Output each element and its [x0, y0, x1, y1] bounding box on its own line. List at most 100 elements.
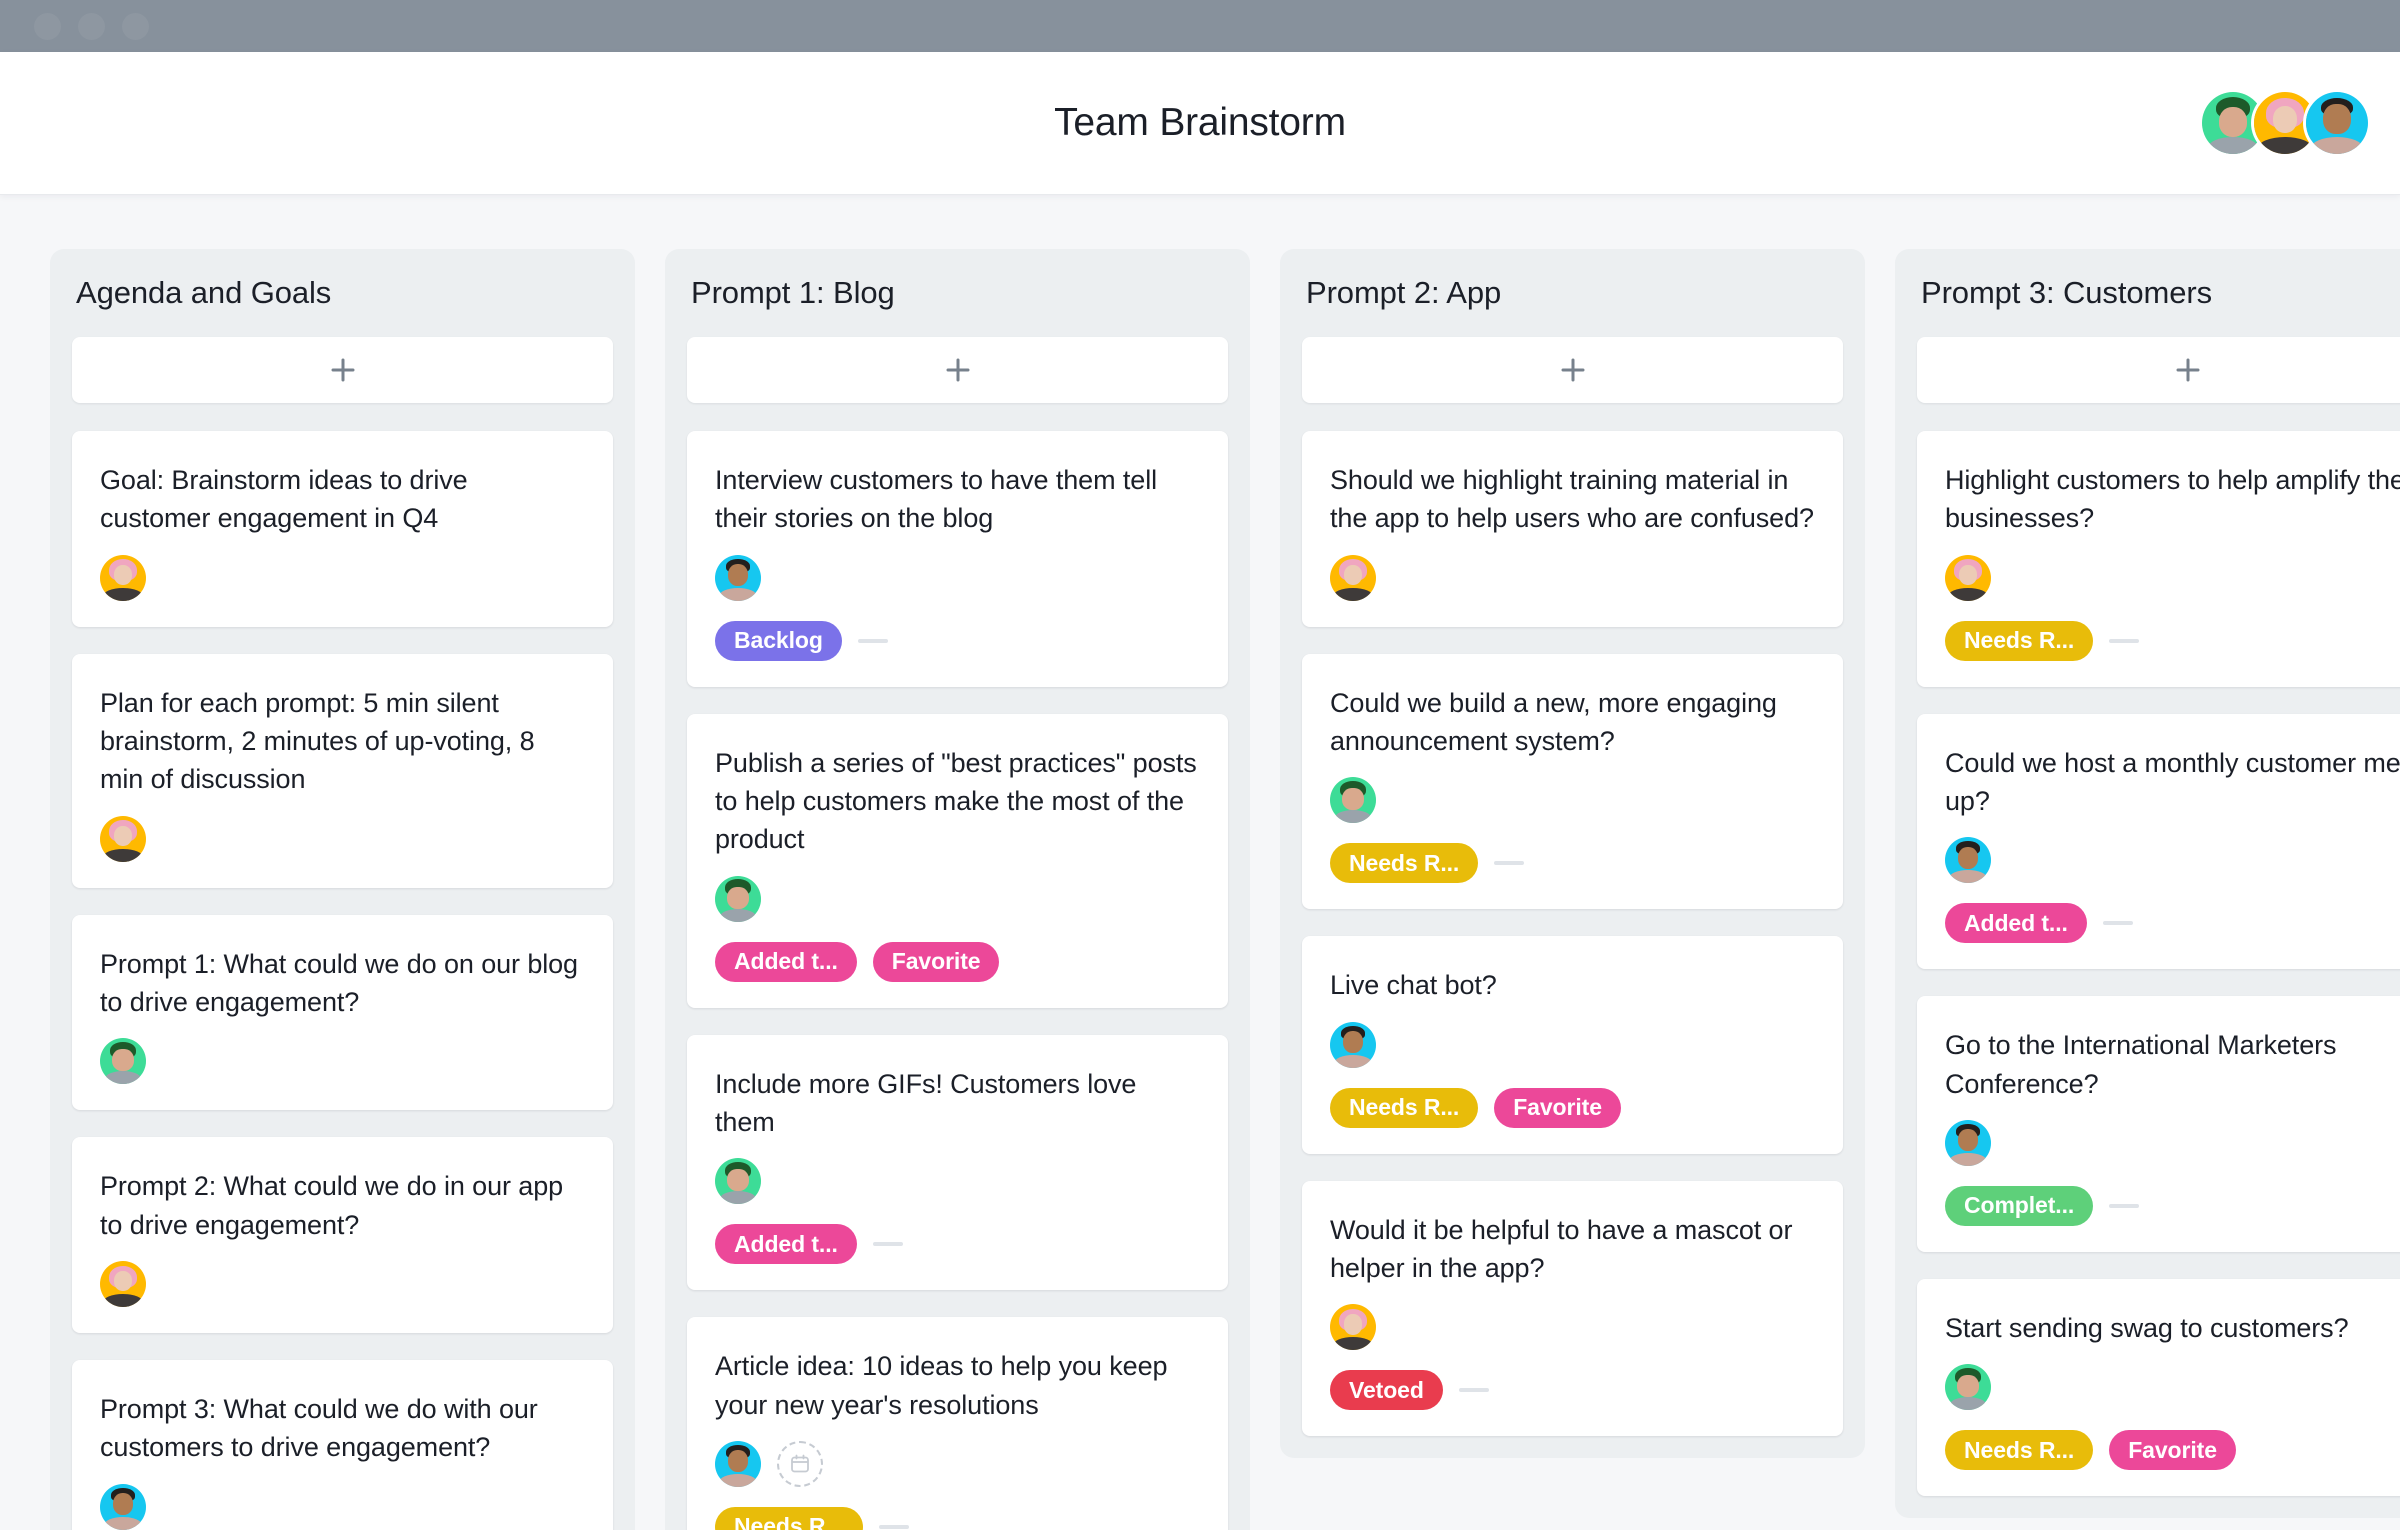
empty-tag-placeholder[interactable] — [2109, 638, 2140, 643]
column-title: Prompt 1: Blog — [691, 275, 895, 310]
status-badge[interactable]: Added t... — [715, 941, 857, 982]
empty-tag-placeholder[interactable] — [2109, 1203, 2140, 1208]
column-title: Prompt 3: Customers — [1921, 275, 2212, 310]
empty-tag-placeholder[interactable] — [2102, 921, 2133, 926]
empty-tag-placeholder[interactable] — [879, 1524, 910, 1529]
plus-icon — [328, 355, 358, 385]
empty-tag-placeholder[interactable] — [1494, 861, 1525, 866]
board-card[interactable]: Publish a series of "best practices" pos… — [687, 713, 1228, 1008]
card-meta-row — [100, 1038, 585, 1085]
status-badge[interactable]: Added t... — [715, 1224, 857, 1265]
board-card[interactable]: Article idea: 10 ideas to help you keep … — [687, 1317, 1228, 1530]
window-minimize-button[interactable] — [78, 12, 105, 40]
status-badge[interactable]: Needs R... — [715, 1506, 864, 1530]
card-meta-row — [100, 1260, 585, 1307]
plus-icon — [1558, 355, 1588, 385]
card-title: Live chat bot? — [1330, 970, 1497, 1001]
board-card[interactable]: Live chat bot? Needs R... Favorite — [1302, 936, 1843, 1154]
card-meta-row — [1330, 1021, 1815, 1068]
card-assignee-avatar — [715, 554, 761, 601]
card-meta-row — [715, 875, 1200, 922]
card-assignee-avatar — [1330, 777, 1376, 824]
card-tag-row: Complet... — [1945, 1185, 2400, 1226]
card-assignee-avatar — [715, 875, 761, 922]
board-card[interactable]: Could we build a new, more engaging anno… — [1302, 653, 1843, 910]
board-column: Agenda and Goals Goal: Brainstorm ideas t… — [50, 249, 635, 1530]
board-card[interactable]: Prompt 1: What could we do on our blog t… — [72, 914, 613, 1111]
window-zoom-button[interactable] — [122, 12, 149, 40]
card-tag-row: Needs R... — [1945, 620, 2400, 661]
board-card[interactable]: Include more GIFs! Customers love them Ad… — [687, 1034, 1228, 1291]
plus-icon — [2173, 355, 2203, 385]
board-card[interactable]: Prompt 2: What could we do in our app to… — [72, 1137, 613, 1333]
board-card[interactable]: Plan for each prompt: 5 min silent brain… — [72, 653, 613, 888]
status-badge[interactable]: Backlog — [715, 620, 842, 661]
empty-tag-placeholder[interactable] — [857, 638, 888, 643]
card-tag-row: Added t... — [715, 1224, 1200, 1265]
card-assignee-avatar — [715, 1440, 761, 1487]
card-assignee-avatar — [1330, 1304, 1376, 1351]
app-header: Team Brainstorm — [0, 52, 2400, 195]
member-avatar-3 — [2306, 92, 2368, 154]
board-card[interactable]: Interview customers to have them tell th… — [687, 431, 1228, 687]
status-badge[interactable]: Added t... — [1945, 903, 2087, 944]
board-card[interactable]: Goal: Brainstorm ideas to drive customer… — [72, 431, 613, 627]
board-card[interactable]: Start sending swag to customers? Needs R.… — [1917, 1278, 2400, 1497]
board-card[interactable]: Go to the International Marketers Confer… — [1917, 996, 2400, 1252]
card-title: Prompt 2: What could we do in our app to… — [100, 1171, 564, 1240]
status-badge[interactable]: Favorite — [1494, 1087, 1621, 1128]
card-assignee-avatar — [100, 1260, 146, 1307]
card-title: Plan for each prompt: 5 min silent brain… — [100, 687, 535, 795]
card-title: Interview customers to have them tell th… — [715, 465, 1157, 534]
calendar-icon[interactable] — [777, 1440, 823, 1487]
column-title: Prompt 2: App — [1306, 275, 1502, 310]
card-title: Would it be helpful to have a mascot or … — [1330, 1214, 1793, 1283]
card-title: Include more GIFs! Customers love them — [715, 1068, 1137, 1137]
status-badge[interactable]: Needs R... — [1945, 1430, 2094, 1471]
card-tag-row: Needs R... — [1330, 843, 1815, 884]
status-badge[interactable]: Vetoed — [1330, 1370, 1443, 1411]
card-assignee-avatar — [1945, 554, 1991, 601]
card-meta-row — [1945, 1364, 2400, 1411]
card-assignee-avatar — [1945, 1119, 1991, 1166]
board-card[interactable]: Highlight customers to help amplify thei… — [1917, 431, 2400, 687]
card-meta-row — [715, 1158, 1200, 1205]
board-card[interactable]: Should we highlight training material in… — [1302, 431, 1843, 627]
window-titlebar — [0, 0, 2400, 52]
board-column: Prompt 3: Customers Highlight customers t… — [1895, 249, 2400, 1519]
card-assignee-avatar — [1330, 1021, 1376, 1068]
card-title: Article idea: 10 ideas to help you keep … — [715, 1351, 1168, 1420]
board-column: Prompt 2: App Should we highlight trainin… — [1280, 249, 1865, 1459]
card-tag-row: Vetoed — [1330, 1370, 1815, 1411]
card-title: Publish a series of "best practices" pos… — [715, 747, 1197, 855]
board-card[interactable]: Prompt 3: What could we do with our cust… — [72, 1359, 613, 1530]
empty-tag-placeholder[interactable] — [872, 1242, 903, 1247]
add-card-button[interactable] — [687, 337, 1228, 403]
empty-tag-placeholder[interactable] — [1458, 1388, 1489, 1393]
card-assignee-avatar — [100, 554, 146, 601]
add-card-button[interactable] — [1917, 337, 2400, 403]
add-card-button[interactable] — [72, 337, 613, 403]
status-badge[interactable]: Favorite — [872, 941, 1000, 982]
card-tag-row: Needs R... Favorite — [1330, 1087, 1815, 1128]
card-meta-row — [1330, 777, 1815, 824]
card-tag-row: Needs R... — [715, 1506, 1200, 1530]
status-badge[interactable]: Favorite — [2109, 1430, 2236, 1471]
add-card-button[interactable] — [1302, 337, 1843, 403]
card-assignee-avatar — [1945, 1364, 1991, 1411]
card-tag-row: Backlog — [715, 620, 1200, 661]
card-meta-row — [1945, 1119, 2400, 1166]
status-badge[interactable]: Needs R... — [1945, 620, 2094, 661]
card-meta-row — [1945, 554, 2400, 601]
card-meta-row — [1330, 554, 1815, 601]
status-badge[interactable]: Needs R... — [1330, 843, 1479, 884]
board-card[interactable]: Would it be helpful to have a mascot or … — [1302, 1180, 1843, 1437]
card-tag-row: Needs R... Favorite — [1945, 1430, 2400, 1471]
status-badge[interactable]: Needs R... — [1330, 1087, 1479, 1128]
card-meta-row — [715, 554, 1200, 601]
card-title: Start sending swag to customers? — [1945, 1312, 2349, 1343]
window-close-button[interactable] — [34, 12, 61, 40]
card-meta-row — [1330, 1304, 1815, 1351]
status-badge[interactable]: Complet... — [1945, 1185, 2094, 1226]
board-card[interactable]: Could we host a monthly customer meet up… — [1917, 713, 2400, 970]
